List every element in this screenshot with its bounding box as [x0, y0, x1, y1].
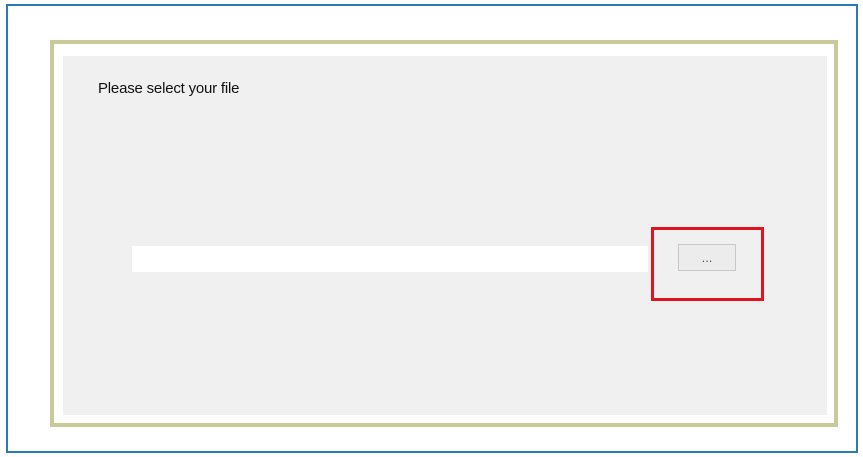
- file-path-field[interactable]: [132, 246, 648, 272]
- select-file-prompt: Please select your file: [98, 80, 240, 97]
- browse-button[interactable]: ...: [678, 244, 736, 271]
